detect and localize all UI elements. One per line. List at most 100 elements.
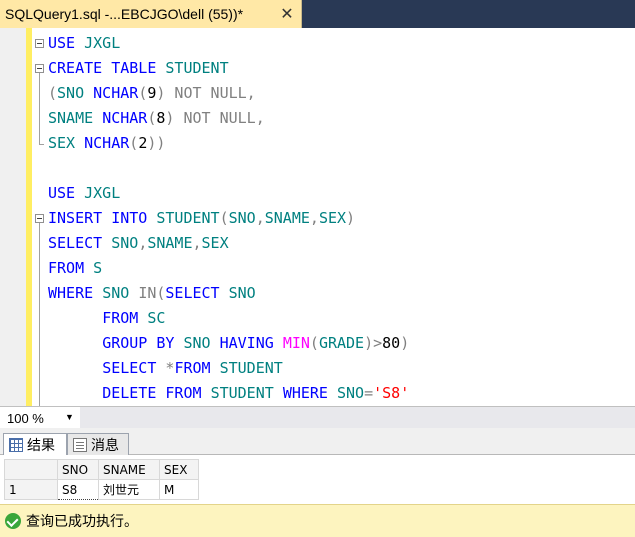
code-token: SELECT (48, 234, 112, 252)
code-line[interactable]: FROM S (48, 256, 409, 281)
code-line[interactable]: USE JXGL (48, 181, 409, 206)
code-token: DELETE FROM (102, 384, 211, 402)
grid-cell-sname[interactable]: 刘世元 (98, 479, 160, 500)
code-token: SEX (201, 234, 229, 252)
code-token: MIN (282, 334, 310, 352)
code-token: SNO (111, 234, 139, 252)
collapse-icon[interactable] (35, 214, 44, 223)
row-header-corner[interactable] (4, 459, 58, 480)
tab-messages[interactable]: 消息 (67, 433, 129, 455)
code-token: ) (346, 209, 356, 227)
code-line[interactable]: SELECT SNO,SNAME,SEX (48, 231, 409, 256)
code-token: NCHAR (93, 84, 139, 102)
code-token: , (309, 209, 319, 227)
code-token: SEX (48, 134, 85, 152)
code-line[interactable]: INSERT INTO STUDENT(SNO,SNAME,SEX) (48, 206, 409, 231)
tab-title: SQLQuery1.sql -...EBCJGO\dell (55))* (5, 6, 244, 22)
document-tab-bar: SQLQuery1.sql -...EBCJGO\dell (55))* ✕ (0, 0, 635, 28)
code-line[interactable]: SELECT *FROM STUDENT (48, 356, 409, 381)
fold-guide (39, 223, 40, 406)
code-line[interactable]: GROUP BY SNO HAVING MIN(GRADE)>80) (48, 331, 409, 356)
code-token: GROUP BY (102, 334, 184, 352)
code-token: S (93, 259, 103, 277)
code-token: , (255, 209, 265, 227)
grid-cell-sno[interactable]: S8 (57, 479, 99, 500)
code-line[interactable]: CREATE TABLE STUDENT (48, 56, 409, 81)
code-token: ( (309, 334, 319, 352)
zoom-dropdown[interactable]: 100 % ▼ (2, 409, 78, 428)
code-token: SNO (337, 384, 365, 402)
code-line[interactable]: (SNO NCHAR(9) NOT NULL, (48, 81, 409, 106)
fold-end-marker (39, 144, 44, 145)
code-line[interactable]: USE JXGL (48, 31, 409, 56)
change-tracking-bar (26, 28, 32, 406)
code-token: USE (48, 184, 85, 202)
code-token: JXGL (84, 184, 121, 202)
code-token: JXGL (84, 34, 121, 52)
status-message: 查询已成功执行。 (26, 514, 138, 530)
code-token: STUDENT (156, 209, 220, 227)
code-token: WHERE (48, 284, 103, 302)
tab-results-label: 结果 (27, 437, 55, 454)
code-token: )> (364, 334, 383, 352)
table-row[interactable]: 1 S8 刘世元 M (4, 479, 199, 500)
code-text[interactable]: USE JXGL CREATE TABLE STUDENT (SNO NCHAR(9… (48, 31, 409, 406)
result-tab-strip: 结果 消息 (0, 428, 635, 455)
code-token: SC (147, 309, 166, 327)
code-token: WHERE (282, 384, 337, 402)
code-token: HAVING (219, 334, 283, 352)
code-token: SNO (228, 284, 256, 302)
column-header-sex[interactable]: SEX (159, 459, 199, 480)
grid-header-row: SNO SNAME SEX (4, 459, 199, 480)
fold-guide (39, 73, 40, 145)
code-token: STUDENT (210, 384, 283, 402)
code-token: , (138, 234, 148, 252)
code-token: SNAME (48, 109, 103, 127)
row-number[interactable]: 1 (4, 479, 58, 500)
code-token: STUDENT (219, 359, 283, 377)
close-icon[interactable]: ✕ (277, 4, 297, 24)
zoom-level: 100 % (7, 411, 44, 426)
code-token: IN( (138, 284, 166, 302)
code-token: NCHAR (102, 109, 148, 127)
message-icon (73, 437, 87, 452)
code-token: CREATE TABLE (48, 59, 166, 77)
code-token: SNO (183, 334, 220, 352)
query-status-bar: 查询已成功执行。 (0, 504, 635, 537)
code-token: SNO (102, 284, 139, 302)
code-token: INSERT INTO (48, 209, 157, 227)
code-token: , (192, 234, 202, 252)
code-token: SELECT (102, 359, 166, 377)
grid-icon (9, 437, 23, 452)
code-token: FROM (102, 309, 148, 327)
code-line[interactable]: WHERE SNO IN(SELECT SNO (48, 281, 409, 306)
code-token: ( (219, 209, 229, 227)
tab-sqlquery1[interactable]: SQLQuery1.sql -...EBCJGO\dell (55))* ✕ (0, 0, 302, 28)
code-line[interactable]: SNAME NCHAR(8) NOT NULL, (48, 106, 409, 131)
results-grid[interactable]: SNO SNAME SEX 1 S8 刘世元 M (4, 459, 199, 500)
grid-cell-sex[interactable]: M (159, 479, 199, 500)
code-token: ( (129, 134, 139, 152)
code-token: 2 (138, 134, 148, 152)
code-line[interactable]: SEX NCHAR(2)) (48, 131, 409, 156)
tab-results[interactable]: 结果 (3, 433, 67, 455)
collapse-icon[interactable] (35, 39, 44, 48)
horizontal-scrollbar[interactable] (80, 407, 635, 428)
code-line[interactable]: DELETE FROM STUDENT WHERE SNO='S8' (48, 381, 409, 406)
editor-gutter (0, 28, 26, 406)
code-token: SNAME (147, 234, 193, 252)
dropdown-arrow-icon: ▼ (65, 412, 74, 422)
collapse-icon[interactable] (35, 64, 44, 73)
code-line[interactable]: FROM SC (48, 306, 409, 331)
code-token: STUDENT (165, 59, 229, 77)
column-header-sname[interactable]: SNAME (98, 459, 160, 480)
code-token: GRADE (318, 334, 365, 352)
code-token: SEX (318, 209, 347, 227)
query-editor[interactable]: USE JXGL CREATE TABLE STUDENT (SNO NCHAR(9… (0, 28, 635, 406)
code-line[interactable] (48, 156, 409, 181)
code-token: FROM (48, 259, 94, 277)
column-header-sno[interactable]: SNO (57, 459, 99, 480)
